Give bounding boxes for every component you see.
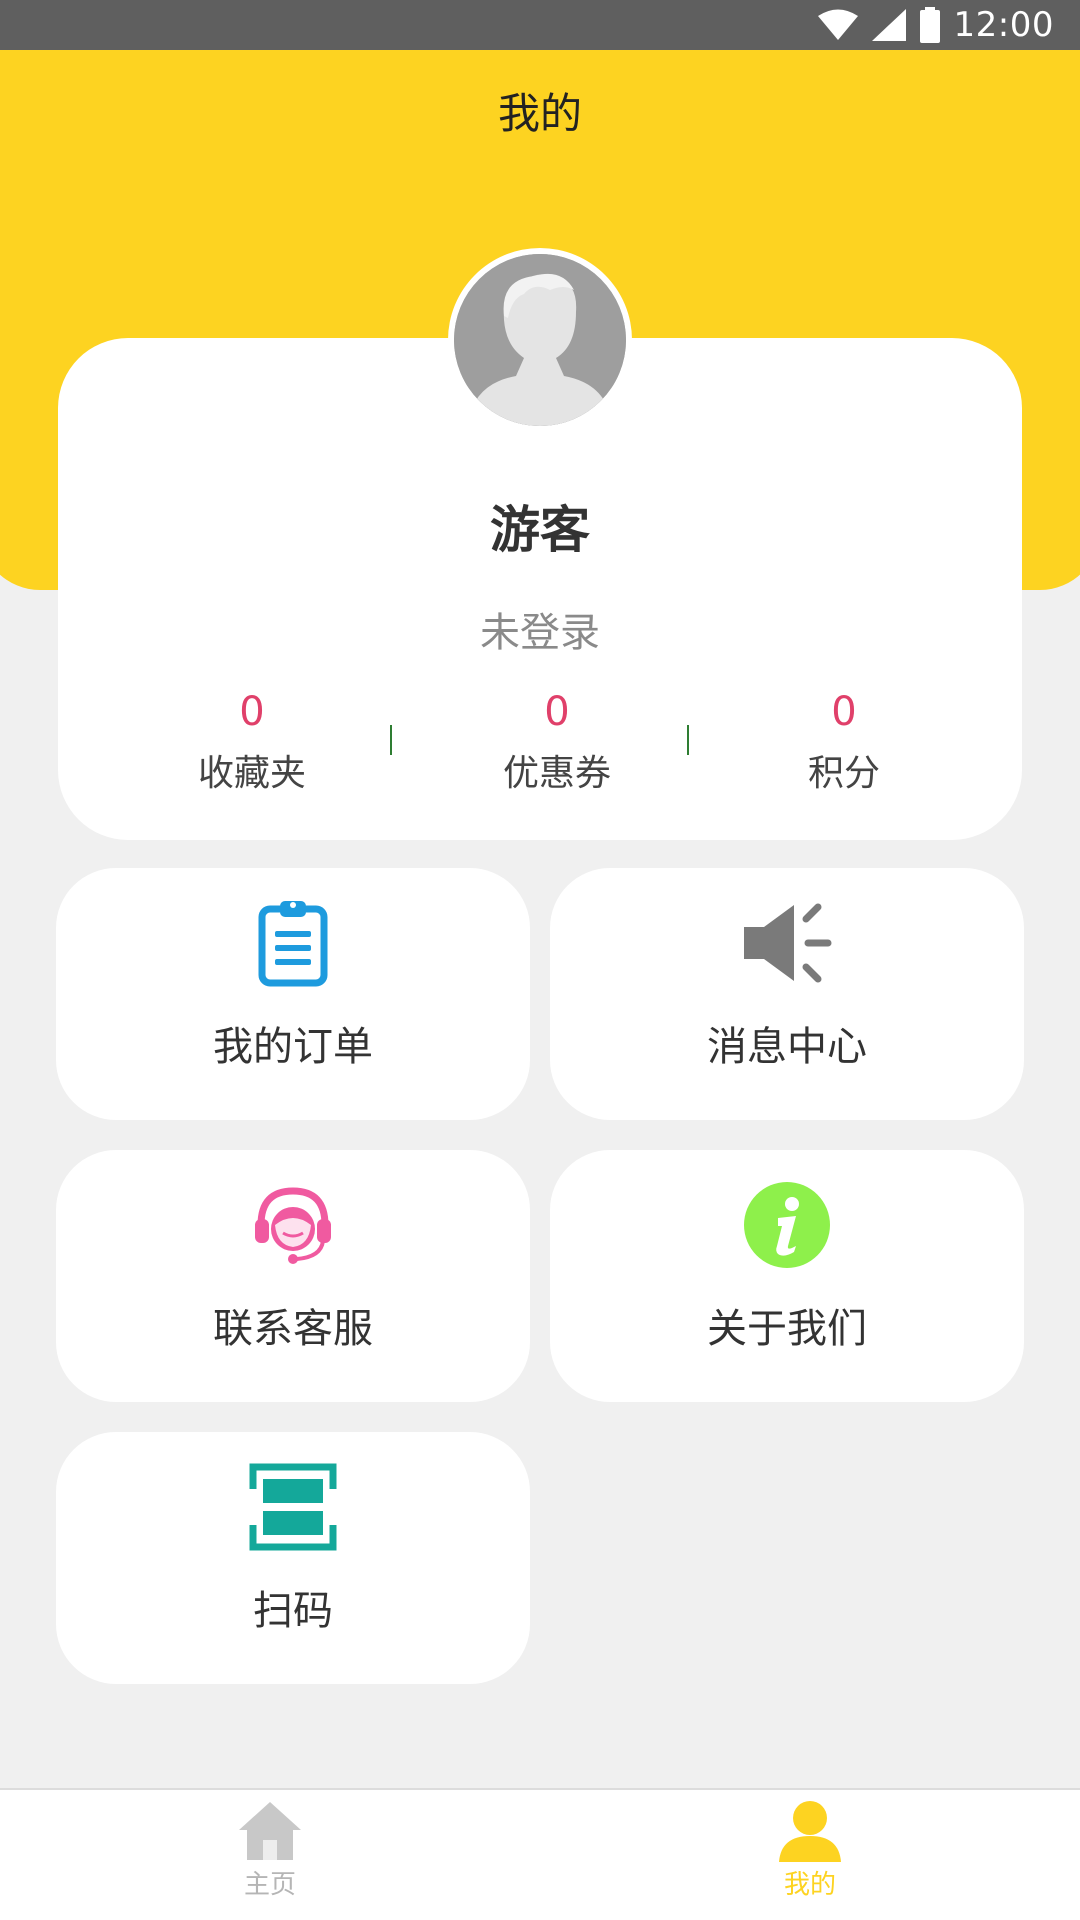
page-title: 我的 [497,89,582,138]
stat-value: 0 [544,689,570,735]
stat-label: 收藏夹 [197,753,306,794]
stat-favorites[interactable]: 0 收藏夹 [152,690,352,796]
tile-label: 消息中心 [707,1024,867,1070]
home-icon [239,1802,301,1860]
tile-label: 我的订单 [213,1024,373,1070]
scan-icon [249,1463,337,1551]
wifi-icon [817,9,858,40]
user-name[interactable]: 游客 [0,490,1080,562]
signal-icon [871,9,906,41]
stat-value: 0 [239,689,265,735]
stat-label: 优惠券 [502,753,611,794]
tile-label: 联系客服 [213,1306,373,1352]
status-time: 12:00 [953,5,1054,45]
nav-mine[interactable]: 我的 [710,1800,910,1901]
stat-label: 积分 [807,753,880,794]
menu-my-orders[interactable]: 我的订单 [56,868,530,1120]
menu-about-us[interactable]: 关于我们 [550,1150,1024,1402]
menu-message-center[interactable]: 消息中心 [550,868,1024,1120]
nav-label: 主页 [243,1870,296,1900]
menu-scan[interactable]: 扫码 [56,1432,530,1684]
login-status[interactable]: 未登录 [0,600,1080,658]
nav-home[interactable]: 主页 [170,1800,370,1901]
nav-label: 我的 [783,1870,836,1900]
bottom-navigation: 主页 我的 [0,1788,1080,1920]
user-icon [779,1801,841,1862]
stat-value: 0 [831,689,857,735]
avatar[interactable] [448,248,632,432]
clipboard-icon [258,901,328,987]
stat-coupons[interactable]: 0 优惠券 [457,690,657,796]
menu-customer-service[interactable]: 联系客服 [56,1150,530,1402]
tile-label: 扫码 [253,1588,333,1634]
tile-label: 关于我们 [707,1306,867,1352]
status-bar: 12:00 [0,0,1080,50]
speaker-icon [744,903,832,983]
stat-divider [687,725,689,755]
battery-icon [919,7,940,43]
stat-divider [390,725,392,755]
stat-points[interactable]: 0 积分 [744,690,944,796]
info-icon [744,1182,830,1268]
customer-service-icon [255,1187,331,1264]
default-avatar-icon [454,254,626,426]
